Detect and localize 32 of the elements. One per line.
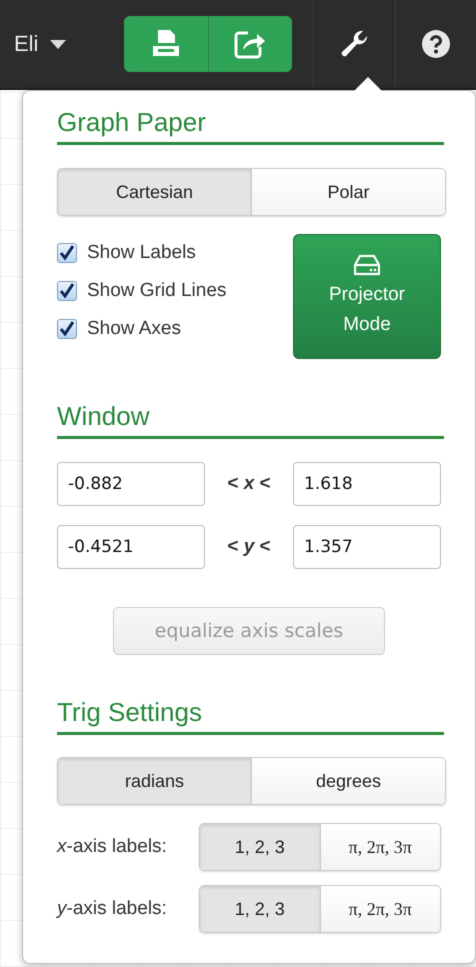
help-icon xyxy=(422,30,450,58)
checkbox-label: Show Grid Lines xyxy=(87,280,226,302)
segment-tab[interactable]: Cartesian xyxy=(58,169,251,215)
section-heading: Window xyxy=(57,401,444,439)
caret-icon xyxy=(50,40,66,48)
drive-icon xyxy=(354,254,380,276)
section-heading: Trig Settings xyxy=(57,697,444,735)
max-field[interactable]: 1.357 xyxy=(293,525,441,569)
checkbox-label: Show Axes xyxy=(87,318,181,340)
checkbox[interactable] xyxy=(57,319,77,339)
min-field[interactable]: -0.4521 xyxy=(57,525,205,569)
segment-tab[interactable]: Polar xyxy=(251,169,445,215)
checkbox-label: Show Labels xyxy=(87,242,196,264)
section-heading: Graph Paper xyxy=(57,107,444,145)
segment-tab[interactable]: radians xyxy=(58,758,251,804)
max-field[interactable]: 1.618 xyxy=(293,462,441,506)
range-label: < y < xyxy=(226,536,272,558)
segment-tab[interactable]: 1, 2, 3 xyxy=(200,824,320,870)
segment-tab[interactable]: π, 2π, 3π xyxy=(320,886,440,932)
range-label: < x < xyxy=(226,473,272,495)
share-icon xyxy=(234,29,266,59)
segment-tab[interactable]: π, 2π, 3π xyxy=(320,824,440,870)
user-menu[interactable]: Eli xyxy=(0,14,113,74)
wrench-icon xyxy=(340,29,370,59)
checkbox[interactable] xyxy=(57,243,77,263)
axis-label: x-axis labels: xyxy=(57,836,168,858)
min-field[interactable]: -0.882 xyxy=(57,462,205,506)
axis-label: y-axis labels: xyxy=(57,898,168,920)
checkbox[interactable] xyxy=(57,281,77,301)
segment-tab[interactable]: degrees xyxy=(251,758,445,804)
projector-mode-button[interactable]: Projector Mode xyxy=(293,234,441,359)
segment-tab[interactable]: 1, 2, 3 xyxy=(200,886,320,932)
